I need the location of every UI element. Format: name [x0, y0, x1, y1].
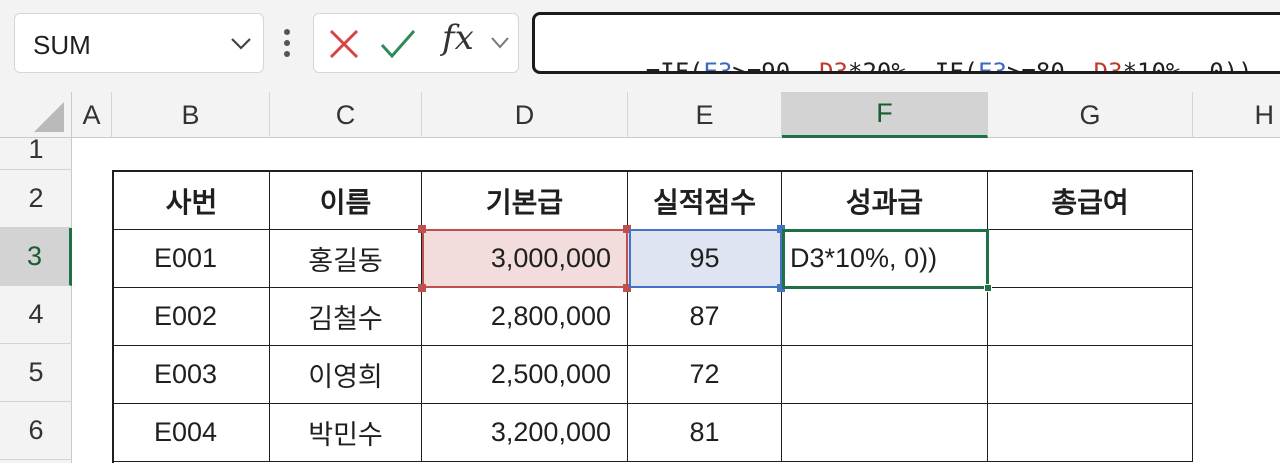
ref-resize-handle[interactable]	[623, 284, 631, 292]
table-cell[interactable]: 김철수	[270, 288, 422, 346]
ref-resize-handle[interactable]	[418, 284, 426, 292]
table-cell[interactable]	[988, 404, 1193, 462]
column-header-h[interactable]: H	[1193, 92, 1280, 138]
column-header-c[interactable]: C	[270, 92, 422, 138]
more-options-icon[interactable]	[283, 28, 291, 58]
column-header-d[interactable]: D	[422, 92, 628, 138]
formula-ref-d3: D3	[1093, 58, 1123, 74]
name-box-value: SUM	[33, 30, 91, 60]
ref-resize-handle[interactable]	[777, 284, 785, 292]
table-cell[interactable]: E003	[114, 346, 270, 404]
table-cell[interactable]	[988, 346, 1193, 404]
table-cell[interactable]	[782, 346, 988, 404]
insert-function-icon[interactable]: fx	[442, 18, 474, 58]
table-cell[interactable]: E001	[114, 230, 270, 288]
column-header-g[interactable]: G	[988, 92, 1193, 138]
fill-handle[interactable]	[984, 284, 992, 292]
check-icon[interactable]	[380, 28, 416, 60]
row-header-5[interactable]: 5	[0, 344, 72, 402]
table-cell[interactable]: 2,800,000	[422, 288, 628, 346]
ref-resize-handle[interactable]	[623, 225, 631, 233]
table-header[interactable]: 총급여	[988, 172, 1193, 230]
table-cell[interactable]: 87	[628, 288, 782, 346]
table-cell[interactable]: 2,500,000	[422, 346, 628, 404]
table-cell[interactable]	[782, 288, 988, 346]
table-header[interactable]: 사번	[114, 172, 270, 230]
active-cell-editor[interactable]: D3*10%, 0))	[782, 230, 988, 288]
table-cell[interactable]: 3,000,000	[422, 230, 628, 288]
row-header-6[interactable]: 6	[0, 402, 72, 460]
row-headers: 1 2 3 4 5 6	[0, 134, 72, 463]
table-cell[interactable]: 이영희	[270, 346, 422, 404]
formula-token: =IF(	[645, 58, 704, 74]
table-cell[interactable]: 72	[628, 346, 782, 404]
row-header-1[interactable]: 1	[0, 130, 72, 170]
ref-resize-handle[interactable]	[418, 225, 426, 233]
name-box[interactable]: SUM	[14, 13, 264, 73]
formula-ref-e3: E3	[703, 58, 733, 74]
chevron-down-icon[interactable]	[229, 36, 253, 52]
column-header-a[interactable]: A	[72, 92, 112, 138]
formula-ref-d3: D3	[819, 58, 849, 74]
table-cell[interactable]: E004	[114, 404, 270, 462]
table-cell[interactable]: 박민수	[270, 404, 422, 462]
table-cell[interactable]: 95	[628, 230, 782, 288]
column-header-f[interactable]: F	[782, 92, 988, 138]
table-cell[interactable]: 3,200,000	[422, 404, 628, 462]
column-header-e[interactable]: E	[628, 92, 782, 138]
table-header[interactable]: 이름	[270, 172, 422, 230]
formula-bar-strip: SUM fx =IF(E3>=90, D3*20%, IF(E3>=80, D3…	[0, 0, 1280, 92]
column-header-b[interactable]: B	[112, 92, 270, 138]
formula-input[interactable]: =IF(E3>=90, D3*20%, IF(E3>=80, D3*10%, 0…	[532, 12, 1280, 74]
formula-ref-e3: E3	[978, 58, 1007, 74]
row-header-3[interactable]: 3	[0, 228, 72, 286]
table-cell[interactable]: E002	[114, 288, 270, 346]
table-cell[interactable]	[988, 230, 1193, 288]
formula-token: *20%, IF(	[848, 58, 979, 74]
formula-controls: fx	[313, 13, 519, 73]
table-cell[interactable]	[988, 288, 1193, 346]
table-header[interactable]: 실적점수	[628, 172, 782, 230]
row-header-2[interactable]: 2	[0, 170, 72, 228]
formula-text: =IF(E3>=90, D3*20%, IF(E3>=80, D3*10%, 0…	[559, 30, 1253, 74]
table-header[interactable]: 기본급	[422, 172, 628, 230]
chevron-down-icon[interactable]	[490, 36, 510, 50]
row-header-4[interactable]: 4	[0, 286, 72, 344]
table-cell[interactable]	[782, 404, 988, 462]
formula-token: *10%, 0))	[1122, 58, 1253, 74]
cancel-icon[interactable]	[328, 28, 360, 60]
formula-token: >=80,	[1006, 58, 1094, 74]
table-cell[interactable]: 홍길동	[270, 230, 422, 288]
table-header[interactable]: 성과급	[782, 172, 988, 230]
formula-token: >=90,	[732, 58, 820, 74]
ref-resize-handle[interactable]	[777, 225, 785, 233]
table-cell[interactable]: 81	[628, 404, 782, 462]
column-headers: A B C D E F G H	[0, 92, 1280, 138]
